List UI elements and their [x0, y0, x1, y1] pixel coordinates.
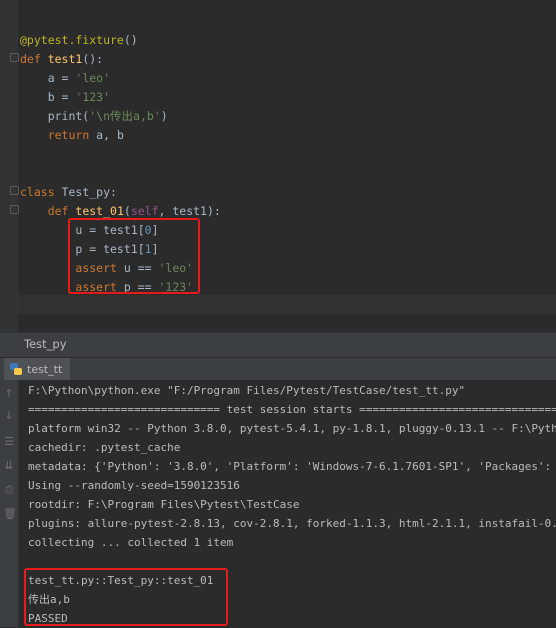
code-token: )	[160, 109, 168, 123]
code-token: test_01	[75, 204, 124, 218]
code-line[interactable]: b = '123'	[20, 88, 110, 107]
console-line: Using --randomly-seed=1590123516	[28, 479, 240, 492]
code-token: print(	[20, 109, 90, 123]
wrap-icon[interactable]: ☰	[3, 436, 15, 448]
tab-test-tt[interactable]: test_tt	[4, 358, 71, 380]
editor-gutter	[0, 0, 19, 332]
code-token: b =	[20, 90, 76, 104]
code-token: return	[47, 128, 97, 142]
fold-marker[interactable]	[10, 186, 19, 195]
run-tab-bar: test_tt	[0, 357, 556, 381]
breadcrumb-item[interactable]: Test_py	[24, 337, 67, 351]
trash-icon[interactable]: 🗑	[3, 508, 17, 520]
breadcrumb[interactable]: Test_py	[0, 332, 556, 357]
python-file-icon	[10, 363, 22, 375]
code-editor[interactable]: @pytest.fixture() def test1(): a = 'leo' …	[0, 0, 556, 332]
code-token: , test1):	[158, 204, 221, 218]
highlight-box-code	[68, 218, 200, 294]
code-line[interactable]: @pytest.fixture()	[20, 31, 138, 50]
console-line: platform win32 -- Python 3.8.0, pytest-5…	[28, 422, 556, 435]
console-line: rootdir: F:\Program Files\Pytest\TestCas…	[28, 498, 300, 511]
code-token: ():	[82, 52, 104, 66]
code-line[interactable]: def test1():	[20, 50, 103, 69]
console-line: ============================= test sessi…	[28, 403, 556, 416]
console-line: F:\Python\python.exe "F:/Program Files/P…	[28, 384, 466, 397]
code-token: @pytest.fixture	[20, 33, 124, 47]
code-token: '\n传出a,b'	[89, 109, 161, 123]
code-token: test1	[47, 52, 83, 66]
code-line[interactable]: return a, b	[20, 126, 124, 145]
code-token: self	[130, 204, 159, 218]
code-token: def	[47, 204, 76, 218]
fold-marker[interactable]	[10, 53, 19, 62]
console-line: plugins: allure-pytest-2.8.13, cov-2.8.1…	[28, 517, 556, 530]
code-token: Test_py:	[61, 185, 117, 199]
code-token: a =	[20, 71, 76, 85]
print-icon[interactable]: ⎙	[3, 484, 15, 496]
arrow-down-icon[interactable]: ↓	[3, 410, 15, 422]
code-token: (	[123, 204, 131, 218]
current-line-highlight	[18, 295, 556, 314]
sort-icon[interactable]: ⇊	[3, 460, 15, 472]
code-token: '123'	[75, 90, 111, 104]
console-line: collecting ... collected 1 item	[28, 536, 234, 549]
tab-label: test_tt	[27, 362, 63, 376]
code-line[interactable]: a = 'leo'	[20, 69, 110, 88]
code-token: a, b	[96, 128, 124, 142]
fold-marker[interactable]	[10, 205, 19, 214]
code-line[interactable]: class Test_py:	[20, 183, 117, 202]
run-console[interactable]: ↑ ↓ ☰ ⇊ ⎙ 🗑 F:\Python\python.exe "F:/Pro…	[0, 380, 556, 627]
code-token: class	[20, 185, 62, 199]
code-token: def	[20, 52, 48, 66]
highlight-box-output	[24, 568, 228, 626]
console-line: metadata: {'Python': '3.8.0', 'Platform'…	[28, 460, 556, 473]
code-token: 'leo'	[75, 71, 111, 85]
arrow-up-icon[interactable]: ↑	[3, 388, 15, 400]
console-toolbar: ↑ ↓ ☰ ⇊ ⎙ 🗑	[0, 380, 19, 627]
console-line: cachedir: .pytest_cache	[28, 441, 181, 454]
code-line[interactable]: print('\n传出a,b')	[20, 107, 168, 126]
code-token: ()	[123, 33, 138, 47]
